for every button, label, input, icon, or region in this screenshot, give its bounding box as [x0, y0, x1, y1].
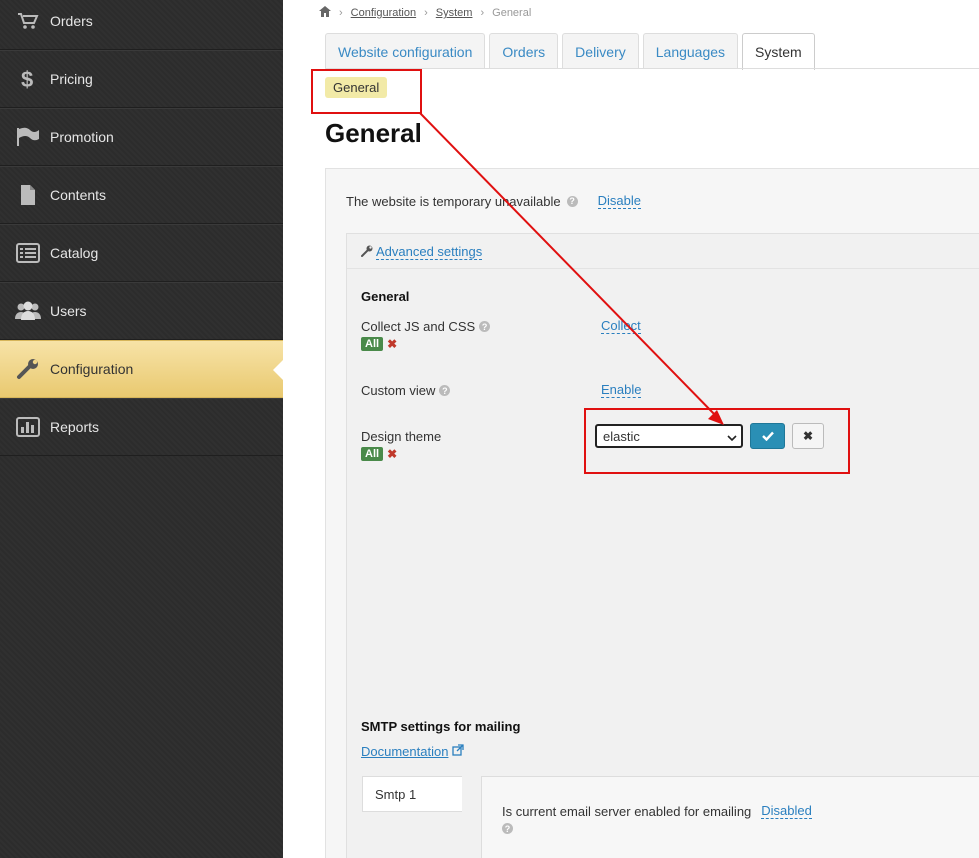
sidebar-item-promotion[interactable]: Promotion	[0, 108, 283, 166]
sidebar-item-configuration[interactable]: Configuration	[0, 340, 283, 398]
dollar-icon: $	[14, 67, 42, 91]
annotation-highlight-theme	[584, 408, 850, 474]
sidebar-item-label: Pricing	[50, 71, 93, 87]
sidebar-item-label: Users	[50, 303, 87, 319]
list-icon	[14, 243, 42, 263]
tab-divider	[325, 68, 979, 69]
users-icon	[14, 301, 42, 321]
custom-view-label: Custom view ?	[361, 383, 451, 398]
sidebar-item-label: Configuration	[50, 361, 134, 377]
website-unavailable-row: The website is temporary unavailable ? D…	[346, 193, 641, 209]
sidebar-item-catalog[interactable]: Catalog	[0, 224, 283, 282]
collect-link[interactable]: Collect	[601, 318, 641, 334]
design-theme-scope-tag: All ✖	[361, 447, 397, 461]
svg-text:$: $	[21, 67, 33, 91]
collect-scope-tag: All ✖	[361, 337, 397, 351]
cart-icon	[14, 12, 42, 30]
remove-scope-icon[interactable]: ✖	[387, 447, 397, 461]
annotation-highlight-general	[311, 69, 422, 114]
collect-js-css-label: Collect JS and CSS ?	[361, 319, 491, 334]
smtp-section-title: SMTP settings for mailing	[361, 719, 521, 734]
help-icon[interactable]: ?	[439, 385, 451, 396]
design-theme-label: Design theme	[361, 429, 442, 444]
enable-link[interactable]: Enable	[601, 382, 642, 398]
advanced-settings-toggle[interactable]: Advanced settings	[361, 244, 483, 260]
scope-all-badge: All	[361, 337, 384, 351]
sidebar-item-label: Reports	[50, 419, 100, 435]
tab-delivery[interactable]: Delivery	[562, 33, 639, 69]
advanced-settings-link[interactable]: Advanced settings	[376, 244, 483, 260]
tab-orders[interactable]: Orders	[489, 33, 559, 69]
divider	[347, 268, 979, 269]
breadcrumb-system[interactable]: System	[436, 7, 473, 19]
wrench-icon	[14, 358, 42, 380]
smtp-enabled-row: Is current email server enabled for emai…	[502, 803, 812, 819]
sidebar-item-contents[interactable]: Contents	[0, 166, 283, 224]
sidebar-item-pricing[interactable]: $ Pricing	[0, 50, 283, 108]
sidebar-item-users[interactable]: Users	[0, 282, 283, 340]
breadcrumb: › Configuration › System › General	[319, 6, 531, 20]
bar-chart-icon	[14, 417, 42, 437]
page-title: General	[325, 118, 422, 148]
settings-panel: The website is temporary unavailable ? D…	[325, 168, 979, 858]
smtp-tab-1[interactable]: Smtp 1	[362, 776, 462, 812]
help-icon[interactable]: ?	[566, 195, 578, 207]
breadcrumb-configuration[interactable]: Configuration	[351, 7, 416, 19]
wrench-icon	[361, 245, 373, 260]
sidebar-item-orders[interactable]: Orders	[0, 0, 283, 50]
help-icon[interactable]: ?	[502, 823, 513, 834]
sidebar-item-reports[interactable]: Reports	[0, 398, 283, 456]
tab-system[interactable]: System	[742, 33, 815, 70]
help-icon[interactable]: ?	[479, 321, 491, 332]
sidebar-item-label: Promotion	[50, 129, 114, 145]
website-unavailable-label: The website is temporary unavailable	[346, 193, 561, 209]
scope-all-badge: All	[361, 447, 384, 461]
documentation-link[interactable]: Documentation	[361, 744, 465, 759]
disable-link[interactable]: Disable	[597, 193, 641, 209]
smtp-disabled-link[interactable]: Disabled	[761, 803, 812, 819]
sidebar-item-label: Catalog	[50, 245, 99, 261]
home-icon[interactable]	[319, 6, 331, 20]
remove-scope-icon[interactable]: ✖	[387, 337, 397, 351]
section-title-general: General	[361, 289, 410, 304]
sidebar-nav: Orders $ Pricing Promotion Contents Cata…	[0, 0, 283, 858]
advanced-settings-box: Advanced settings General Collect JS and…	[346, 233, 979, 858]
flag-icon	[14, 127, 42, 147]
smtp-settings-box: Is current email server enabled for emai…	[481, 776, 979, 858]
external-link-icon	[452, 744, 465, 759]
tab-languages[interactable]: Languages	[642, 33, 739, 69]
tab-bar: Website configuration Orders Delivery La…	[325, 33, 815, 70]
sidebar-item-label: Contents	[50, 187, 107, 203]
sidebar-item-label: Orders	[50, 13, 93, 29]
tab-website-configuration[interactable]: Website configuration	[325, 33, 486, 69]
file-icon	[14, 184, 42, 206]
breadcrumb-general: General	[492, 7, 532, 19]
